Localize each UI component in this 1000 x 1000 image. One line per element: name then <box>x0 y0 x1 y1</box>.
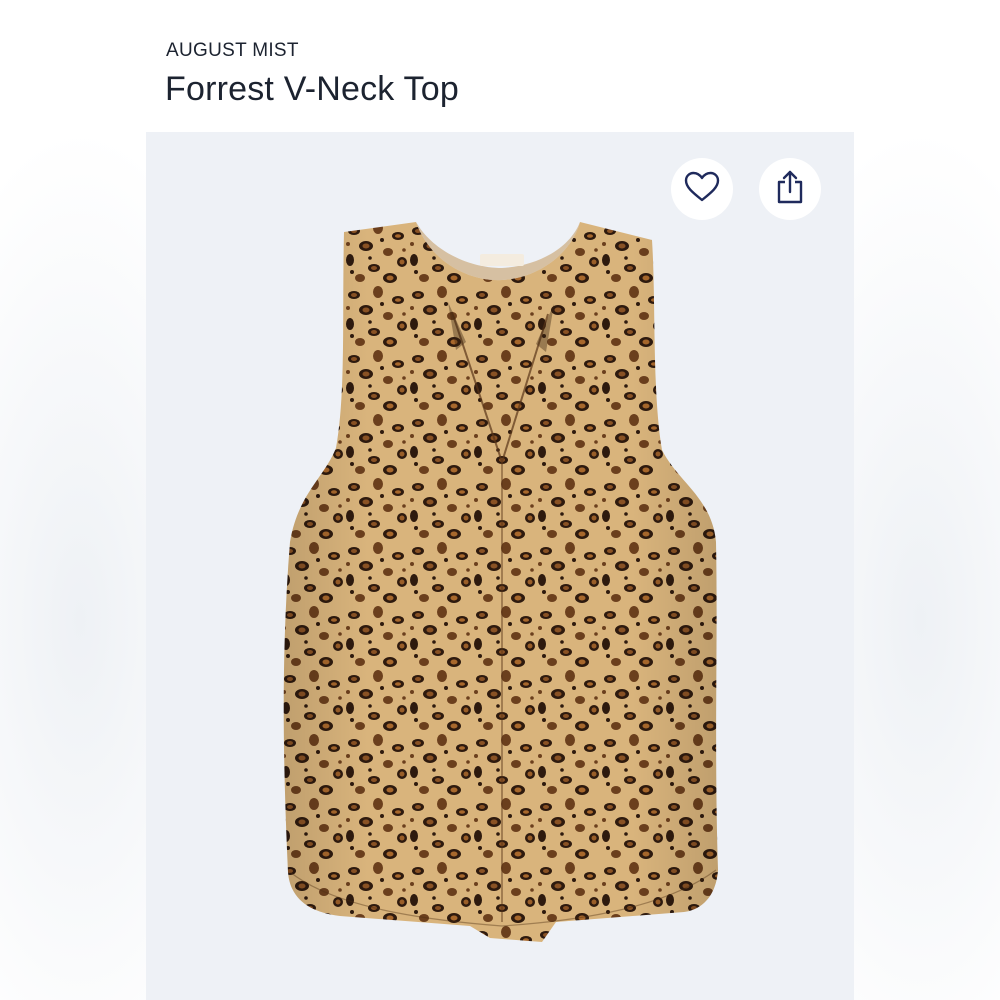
product-card: AUGUST MIST Forrest V-Neck Top <box>146 0 854 1000</box>
product-image-area <box>146 132 854 1000</box>
favorite-button[interactable] <box>671 158 733 220</box>
product-image-leopard-top <box>283 222 719 942</box>
brand-name: AUGUST MIST <box>166 40 299 61</box>
heart-outline-icon <box>684 171 720 208</box>
product-header: AUGUST MIST Forrest V-Neck Top <box>146 0 854 132</box>
share-upload-icon <box>775 169 805 210</box>
share-button[interactable] <box>759 158 821 220</box>
product-title[interactable]: Forrest V-Neck Top <box>165 70 459 109</box>
